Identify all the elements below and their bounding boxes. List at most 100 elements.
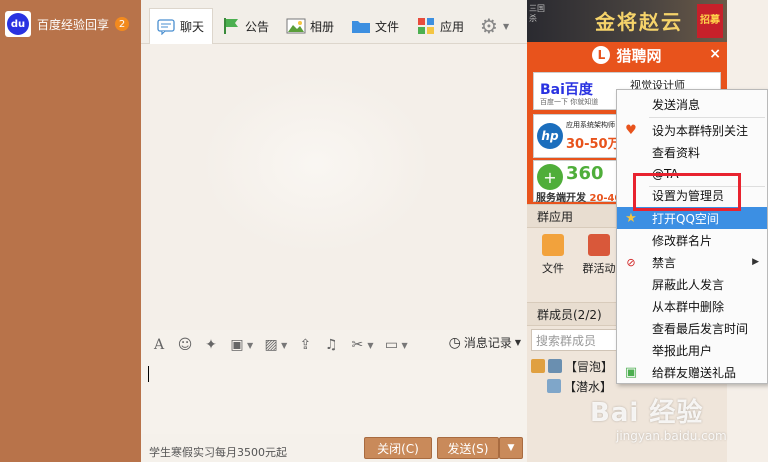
tab-bar: 聊天 公告 相册 文件 应用 ⚙ ▼ [141, 0, 527, 44]
member-title: 【冒泡】 [565, 359, 614, 374]
tab-album-label: 相册 [310, 19, 335, 34]
banner-title: 金将赵云 [595, 10, 683, 34]
menu-label: 从本群中删除 [652, 299, 725, 314]
chat-panel: 聊天 公告 相册 文件 应用 ⚙ ▼ A ☺ ✦ ▣ ▼ ▨ ▼ ⇪ ♫ ✂ ▼… [141, 0, 527, 462]
liepin-ad-header: L 猎聘网 × [527, 42, 727, 68]
tab-files[interactable]: 文件 [351, 8, 399, 44]
job-title: 服务端开发 [536, 193, 586, 204]
menu-label: 设为本群特别关注 [652, 123, 749, 138]
menu-mute[interactable]: ⊘ 禁言 ▶ [617, 251, 767, 273]
ad-notice-link[interactable]: 学生寒假实习每月3500元起 [149, 444, 287, 460]
job-salary: 30-50万 [566, 137, 621, 152]
music-note-icon[interactable]: ♫ [323, 337, 339, 353]
menu-send-message[interactable]: 发送消息 [617, 93, 767, 115]
chevron-down-icon: ▼ [507, 443, 515, 453]
conversation-sidebar: du 百度经验回享 2 [0, 0, 141, 462]
chevron-down-icon[interactable]: ▼ [401, 341, 407, 350]
menu-view-profile[interactable]: 查看资料 [617, 141, 767, 163]
avatar [548, 359, 562, 373]
folder-icon [351, 17, 371, 35]
baidu-paw-icon: du [7, 13, 29, 35]
gear-icon: ⚙ [480, 14, 498, 38]
baidu-jingyan-watermark: Bai 经验 [590, 398, 704, 428]
screen-share-icon[interactable]: ▭ [383, 337, 399, 353]
plus-circle-icon: + [537, 164, 563, 190]
folder-icon [542, 234, 564, 256]
menu-label: 禁言 [652, 255, 677, 270]
flag-icon [221, 17, 241, 35]
member-context-menu: 发送消息 ♥ 设为本群特别关注 查看资料 @TA 设置为管理员 ★ 打开QQ空间 修… [616, 89, 768, 384]
avatar: du [5, 11, 31, 37]
menu-separator [649, 117, 765, 118]
app-activity-label: 群活动 [582, 262, 616, 275]
send-button[interactable]: 发送(S) [437, 437, 499, 459]
scissors-icon[interactable]: ✂ [349, 337, 365, 353]
hp-logo-icon: hp [537, 123, 563, 149]
tab-announcement[interactable]: 公告 [221, 8, 269, 44]
clock-icon: ◷ [448, 334, 461, 351]
banner-badge: 招募 [697, 4, 723, 38]
menu-last-message-time[interactable]: 查看最后发言时间 [617, 317, 767, 339]
menu-label: 查看最后发言时间 [652, 321, 749, 336]
gift-icon[interactable]: ▣ [229, 337, 245, 353]
message-input[interactable] [141, 360, 527, 434]
conversation-name: 百度经验回享 [37, 17, 110, 32]
watermark-url: jingyan.baidu.com [616, 429, 727, 443]
star-icon: ★ [625, 210, 637, 226]
font-icon[interactable]: A [151, 337, 167, 353]
job-title: 应用系统架构师 [566, 121, 615, 129]
chevron-right-icon: ▶ [752, 257, 759, 267]
menu-label: 屏蔽此人发言 [652, 277, 725, 292]
tab-announcement-label: 公告 [245, 19, 270, 34]
close-button[interactable]: 关闭(C) [364, 437, 432, 459]
upload-icon[interactable]: ⇪ [297, 337, 313, 353]
member-row[interactable]: 【冒泡】 [531, 356, 613, 376]
menu-label: 举报此用户 [652, 343, 713, 358]
menu-edit-card[interactable]: 修改群名片 [617, 229, 767, 251]
heart-users-icon: ♥ [625, 122, 637, 138]
send-options-dropdown[interactable]: ▼ [499, 437, 523, 459]
liepin-logo-icon: L [592, 46, 611, 64]
chevron-down-icon[interactable]: ▼ [281, 341, 287, 350]
chevron-down-icon: ▼ [503, 21, 510, 31]
menu-label: 发送消息 [652, 97, 701, 112]
menu-special-follow[interactable]: ♥ 设为本群特别关注 [617, 119, 767, 141]
emoji-icon[interactable]: ☺ [177, 337, 193, 353]
image-icon[interactable]: ▨ [263, 337, 279, 353]
tab-files-label: 文件 [375, 19, 400, 34]
menu-report-user[interactable]: 举报此用户 [617, 339, 767, 361]
app-files[interactable]: 文件 [533, 234, 573, 276]
message-history-label: 消息记录 [463, 336, 512, 350]
magic-wand-icon[interactable]: ✦ [203, 337, 219, 353]
message-history-button[interactable]: ◷ 消息记录 ▼ [449, 334, 521, 351]
close-icon[interactable]: × [709, 46, 721, 62]
game-banner-ad[interactable]: 三国杀 金将赵云 招募 [527, 0, 727, 42]
menu-send-gift[interactable]: ▣ 给群友赠送礼品 [617, 361, 767, 383]
message-background [201, 74, 431, 254]
ad-brand: 猎聘网 [616, 46, 662, 65]
menu-block-messages[interactable]: 屏蔽此人发言 [617, 273, 767, 295]
text-caret [148, 366, 149, 382]
photo-icon [286, 17, 306, 35]
menu-remove-member[interactable]: 从本群中删除 [617, 295, 767, 317]
menu-label: 查看资料 [652, 145, 701, 160]
chevron-down-icon[interactable]: ▼ [367, 341, 373, 350]
gift-icon: ▣ [624, 364, 638, 380]
chevron-down-icon: ▼ [514, 338, 521, 347]
tab-chat-label: 聊天 [180, 20, 205, 34]
menu-label: 打开QQ空间 [652, 211, 719, 226]
tab-apps-label: 应用 [440, 19, 465, 34]
tab-apps[interactable]: 应用 [416, 8, 464, 44]
message-area[interactable] [141, 44, 527, 330]
avatar [547, 379, 561, 393]
tab-album[interactable]: 相册 [286, 8, 334, 44]
chat-bubble-icon [156, 18, 176, 36]
tab-chat[interactable]: 聊天 [149, 8, 214, 44]
baidu-slogan: 百度一下 你就知道 [540, 98, 599, 106]
conversation-item[interactable]: du 百度经验回享 2 [0, 7, 141, 41]
chevron-down-icon[interactable]: ▼ [247, 341, 253, 350]
app-activity[interactable]: 群活动 [579, 234, 619, 276]
owner-icon [531, 359, 545, 373]
settings-dropdown[interactable]: ⚙ ▼ [479, 8, 509, 44]
mute-icon: ⊘ [626, 255, 636, 269]
